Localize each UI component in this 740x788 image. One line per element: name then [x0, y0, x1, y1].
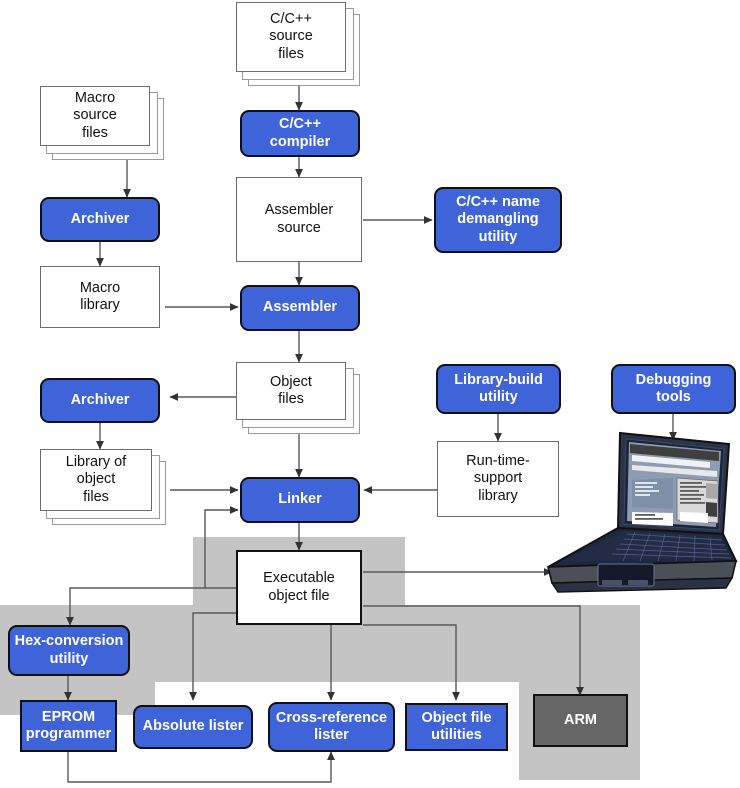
eprom-programmer[interactable]: EPROM programmer — [20, 700, 117, 752]
archiver-object[interactable]: Archiver — [40, 378, 160, 423]
linker[interactable]: Linker — [240, 477, 360, 523]
diagram-canvas: C/C++ source files C/C++ compiler Macro … — [0, 0, 740, 788]
arm-target[interactable]: ARM — [533, 694, 628, 747]
name-demangling-utility[interactable]: C/C++ name demangling utility — [434, 187, 562, 253]
laptop-base — [546, 526, 738, 593]
laptop-lid — [616, 431, 731, 536]
cross-reference-lister[interactable]: Cross-reference lister — [268, 702, 395, 752]
archiver-macro[interactable]: Archiver — [40, 197, 160, 242]
hex-conversion-utility[interactable]: Hex-conversion utility — [8, 625, 130, 676]
assembler-source[interactable]: Assembler source — [236, 177, 362, 262]
cpp-compiler[interactable]: C/C++ compiler — [240, 110, 360, 157]
assembler[interactable]: Assembler — [240, 285, 360, 331]
library-build-utility[interactable]: Library-build utility — [436, 364, 561, 414]
debugger-laptop-illustration — [546, 431, 738, 593]
c-source-files[interactable]: C/C++ source files — [236, 2, 346, 72]
macro-library[interactable]: Macro library — [40, 266, 160, 328]
executable-object-file[interactable]: Executable object file — [236, 550, 362, 625]
absolute-lister[interactable]: Absolute lister — [133, 705, 253, 749]
object-files[interactable]: Object files — [236, 362, 346, 420]
library-of-object-files[interactable]: Library of object files — [40, 449, 152, 511]
object-file-utilities[interactable]: Object file utilities — [405, 703, 508, 751]
macro-source-files[interactable]: Macro source files — [40, 86, 150, 146]
debugging-tools[interactable]: Debugging tools — [611, 364, 736, 414]
